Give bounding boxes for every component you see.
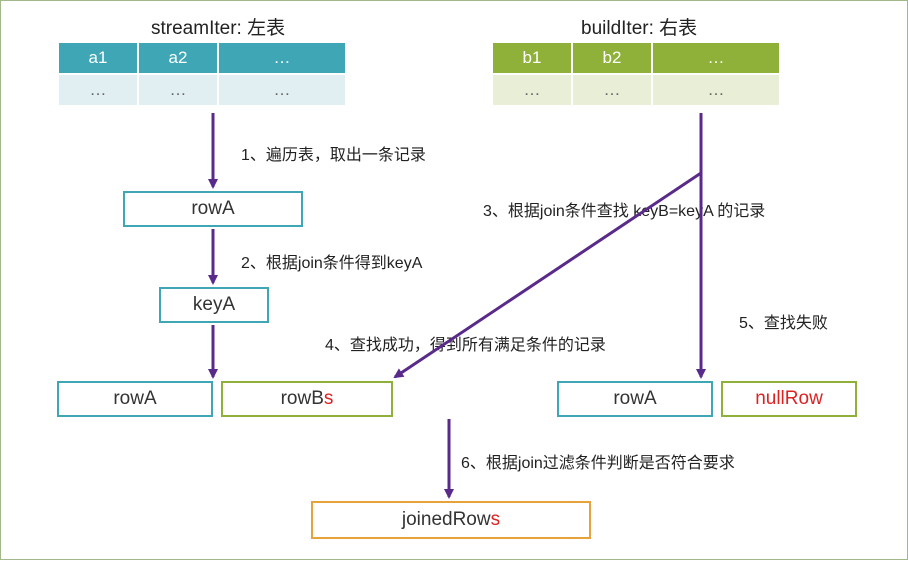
text: joinedRow [402,509,491,531]
cell: … [218,74,346,106]
box-nullRow: nullRow [721,381,857,417]
col-header: … [218,42,346,74]
col-header: b2 [572,42,652,74]
col-header: a2 [138,42,218,74]
table-header-row: a1 a2 … [58,42,346,74]
diagram-canvas: streamIter: 左表 buildIter: 右表 a1 a2 … … …… [0,0,908,560]
cell: … [58,74,138,106]
cell: … [492,74,572,106]
step-4-label: 4、查找成功，得到所有满足条件的记录 [325,331,606,355]
step-2-label: 2、根据join条件得到keyA [241,249,422,273]
right-table-title: buildIter: 右表 [581,13,697,40]
text: rowB [281,388,324,410]
cell: … [572,74,652,106]
box-rowA-1: rowA [123,191,303,227]
col-header: b1 [492,42,572,74]
cell: … [138,74,218,106]
col-header: a1 [58,42,138,74]
box-rowBs: rowBs [221,381,393,417]
box-rowA-3: rowA [557,381,713,417]
table-row: … … … [492,74,780,106]
box-joinedRows: joinedRows [311,501,591,539]
right-table: b1 b2 … … … … [491,41,781,107]
step-6-label: 6、根据join过滤条件判断是否符合要求 [461,449,735,473]
cell: … [652,74,780,106]
text-suffix: s [324,388,334,410]
col-header: … [652,42,780,74]
left-table-title: streamIter: 左表 [151,13,285,40]
step-1-label: 1、遍历表，取出一条记录 [241,141,426,165]
box-keyA: keyA [159,287,269,323]
text-suffix: s [491,509,501,531]
table-row: … … … [58,74,346,106]
step-5-label: 5、查找失败 [739,309,828,333]
table-header-row: b1 b2 … [492,42,780,74]
step-3-label: 3、根据join条件查找 keyB=keyA 的记录 [483,197,765,221]
left-table: a1 a2 … … … … [57,41,347,107]
box-rowA-2: rowA [57,381,213,417]
